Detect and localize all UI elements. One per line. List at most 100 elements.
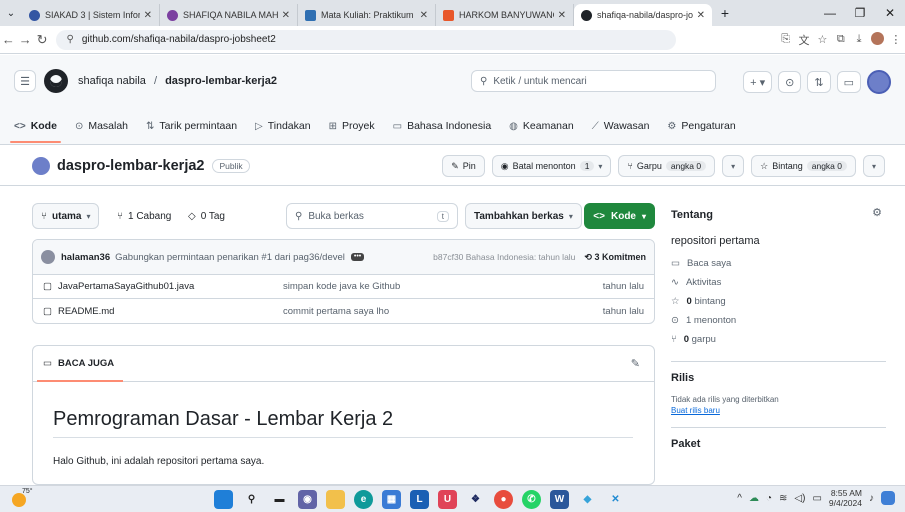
commit-expand-button[interactable]: •••: [350, 253, 365, 261]
create-new-button[interactable]: + ▾: [743, 71, 773, 93]
forks-link[interactable]: ⑂ 0 garpu: [671, 330, 886, 349]
commit-message[interactable]: Gabungkan permintaan penarikan #1 dari p…: [115, 252, 345, 263]
file-commit-message[interactable]: commit pertama saya lho: [283, 306, 603, 317]
browser-tab-harkom[interactable]: HARKOM BANYUWANGI ✕: [436, 4, 574, 26]
file-explorer-icon[interactable]: [326, 490, 345, 509]
close-window-icon[interactable]: ✕: [875, 6, 905, 20]
volume-icon[interactable]: ◁): [794, 493, 805, 504]
create-release-link[interactable]: Buat rilis baru: [671, 406, 886, 415]
branch-selector[interactable]: ⑂ utama ▾: [32, 203, 100, 229]
browser-tab-mata-kuliah[interactable]: Mata Kuliah: Praktikum D ✕: [298, 4, 436, 26]
install-app-icon[interactable]: ⎘: [776, 33, 794, 46]
copilot-icon[interactable]: [881, 491, 895, 505]
inbox-icon[interactable]: ▭: [836, 71, 861, 93]
network-icon[interactable]: ◔: [766, 493, 772, 504]
tab-security[interactable]: ◍ Keamanan: [509, 109, 574, 143]
tags-link[interactable]: ◇ 0 Tag: [180, 203, 233, 229]
new-tab-button[interactable]: +: [712, 5, 738, 21]
gear-icon[interactable]: ⚙: [872, 206, 882, 219]
file-commit-message[interactable]: simpan kode java ke Github: [283, 281, 603, 292]
battery-icon[interactable]: ▭: [812, 493, 821, 504]
vscode-icon[interactable]: ✕: [606, 490, 625, 509]
tab-code[interactable]: <> Kode: [10, 109, 61, 143]
edge-icon[interactable]: e: [354, 490, 373, 509]
pull-requests-icon[interactable]: ⇅: [807, 71, 831, 93]
star-button[interactable]: ☆ Bintang angka 0: [751, 155, 856, 177]
breadcrumb-repo[interactable]: daspro-lembar-kerja2: [165, 75, 277, 87]
table-row[interactable]: ▢ JavaPertamaSayaGithub01.java simpan kod…: [33, 275, 654, 299]
chevron-up-icon[interactable]: ^: [737, 493, 742, 504]
site-info-icon[interactable]: ⚲: [66, 34, 73, 45]
app-icon[interactable]: ◆: [578, 490, 597, 509]
browser-tab-shafiqa[interactable]: SHAFIQA NABILA MAHA ✕: [160, 4, 298, 26]
tab-projects[interactable]: ⊞ Proyek: [329, 109, 375, 143]
tab-wiki[interactable]: ▭ Bahasa Indonesia: [393, 109, 492, 143]
breadcrumb-owner[interactable]: shafiqa nabila: [78, 75, 146, 87]
pocket-icon[interactable]: U: [438, 490, 457, 509]
reload-icon[interactable]: ↻: [34, 32, 51, 48]
tab-settings[interactable]: ⚙ Pengaturan: [667, 109, 735, 143]
packages-title[interactable]: Paket: [671, 438, 886, 450]
close-tab-icon[interactable]: ✕: [697, 10, 705, 21]
dropbox-icon[interactable]: ❖: [466, 490, 485, 509]
extensions-icon[interactable]: ⧉: [832, 33, 850, 46]
translate-icon[interactable]: 文: [795, 32, 813, 48]
unwatch-button[interactable]: ◉ Batal menonton 1 ▾: [491, 155, 612, 177]
watchers-link[interactable]: ⊙ 1 menonton: [671, 311, 886, 330]
stars-link[interactable]: ☆ 0 bintang: [671, 292, 886, 311]
close-tab-icon[interactable]: ✕: [420, 10, 428, 21]
commit-author[interactable]: halaman36: [61, 252, 110, 263]
maximize-icon[interactable]: ❐: [845, 6, 875, 20]
clock[interactable]: 8:55 AM 9/4/2024: [829, 488, 862, 508]
browser-tab-siakad[interactable]: SIAKAD 3 | Sistem Inform ✕: [22, 4, 160, 26]
hamburger-menu-icon[interactable]: ☰: [14, 70, 36, 92]
tab-actions[interactable]: ▷ Tindakan: [255, 109, 311, 143]
chat-icon[interactable]: ◉: [298, 490, 317, 509]
tab-list-chevron-icon[interactable]: ⌄: [0, 8, 22, 19]
address-bar[interactable]: ⚲ github.com/shafiqa-nabila/daspro-jobsh…: [56, 29, 677, 50]
issues-icon[interactable]: ⊙: [778, 71, 802, 93]
branches-link[interactable]: ⑂ 1 Cabang: [109, 203, 179, 229]
github-logo-icon[interactable]: [44, 69, 68, 93]
close-tab-icon[interactable]: ✕: [558, 10, 566, 21]
chrome-icon[interactable]: ●: [494, 490, 513, 509]
word-icon[interactable]: W: [550, 490, 569, 509]
releases-title[interactable]: Rilis: [671, 372, 886, 384]
tab-pull-requests[interactable]: ⇅ Tarik permintaan: [146, 109, 237, 143]
tab-issues[interactable]: ⊙ Masalah: [75, 109, 128, 143]
user-avatar[interactable]: [867, 70, 891, 94]
whatsapp-icon[interactable]: ✆: [522, 490, 541, 509]
table-row[interactable]: ▢ README.md commit pertama saya lho tahun…: [33, 299, 654, 323]
forward-arrow-icon[interactable]: →: [17, 32, 34, 47]
profile-avatar-icon[interactable]: [868, 31, 886, 48]
windows-start-icon[interactable]: [214, 490, 233, 509]
browser-menu-icon[interactable]: ⋮: [887, 33, 905, 46]
download-icon[interactable]: ⤓: [850, 33, 868, 46]
commit-meta[interactable]: b87cf30 Bahasa Indonesia: tahun lalu: [433, 252, 575, 262]
file-name[interactable]: README.md: [58, 306, 114, 317]
notification-bell-icon[interactable]: ♪: [869, 493, 874, 504]
pin-button[interactable]: ✎ Pin: [442, 155, 485, 177]
task-view-icon[interactable]: ▬: [270, 490, 289, 509]
file-name[interactable]: JavaPertamaSayaGithub01.java: [58, 281, 194, 292]
tab-insights[interactable]: ⟋ Wawasan: [592, 109, 650, 143]
weather-widget[interactable]: 75°: [10, 488, 33, 509]
commit-author-avatar[interactable]: [41, 250, 55, 264]
bookmark-star-icon[interactable]: ☆: [813, 33, 831, 46]
code-button[interactable]: <> Kode ▾: [584, 203, 655, 229]
close-tab-icon[interactable]: ✕: [144, 10, 152, 21]
fork-dropdown-button[interactable]: ▾: [722, 155, 745, 177]
search-icon[interactable]: ⚲: [242, 490, 261, 509]
back-arrow-icon[interactable]: ←: [0, 32, 17, 47]
wifi-icon[interactable]: ≋: [779, 493, 787, 504]
commit-count-link[interactable]: ⟲ 3 Komitmen: [584, 252, 646, 263]
star-dropdown-button[interactable]: ▾: [862, 155, 885, 177]
close-tab-icon[interactable]: ✕: [282, 10, 290, 21]
outlook-icon[interactable]: L: [410, 490, 429, 509]
fork-button[interactable]: ⑂ Garpu angka 0: [618, 155, 716, 177]
activity-link[interactable]: ∿ Aktivitas: [671, 273, 886, 292]
store-icon[interactable]: ▦: [382, 490, 401, 509]
cloud-icon[interactable]: ☁: [749, 493, 759, 504]
global-search-input[interactable]: ⚲ Ketik / untuk mencari: [471, 70, 716, 92]
readme-tab[interactable]: ▭ BACA JUGA ✎: [33, 346, 654, 382]
